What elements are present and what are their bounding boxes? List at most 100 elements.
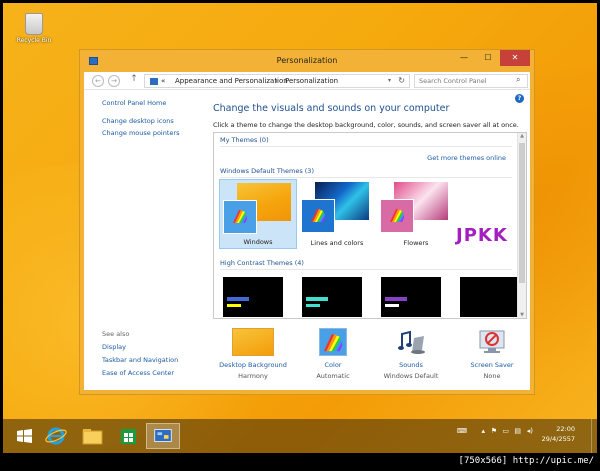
content-area: ? Control Panel Home Change desktop icon… — [84, 90, 530, 390]
theme-list[interactable]: My Themes (0) Get more themes online Win… — [213, 132, 527, 319]
theme-color-swatch — [301, 199, 335, 233]
see-also-header: See also — [102, 330, 130, 338]
setting-name[interactable]: Color — [295, 361, 371, 369]
theme-flowers[interactable]: Flowers — [377, 179, 455, 249]
theme-name: Lines and colors — [310, 239, 364, 247]
breadcrumb-chevron[interactable]: « — [161, 77, 165, 85]
hc-bar — [385, 297, 407, 301]
color-icon — [319, 328, 347, 356]
search-input[interactable] — [414, 74, 528, 88]
divider — [220, 269, 512, 270]
file-explorer-button[interactable] — [77, 423, 107, 449]
up-button[interactable]: ↑ — [128, 74, 140, 86]
control-panel-icon — [154, 429, 172, 442]
color-setting[interactable]: Color Automatic — [295, 328, 371, 380]
setting-value: Windows Default — [383, 372, 439, 380]
store-button[interactable] — [113, 423, 143, 449]
search-icon[interactable]: ⌕ — [516, 75, 520, 85]
desktop-background-setting[interactable]: Desktop Background Harmony — [215, 328, 291, 380]
control-panel-icon — [150, 78, 158, 85]
close-button[interactable]: ✕ — [500, 50, 530, 66]
control-panel-taskbar-button[interactable] — [146, 423, 180, 449]
see-also: See also Display Taskbar and Navigation … — [102, 330, 178, 382]
taskbar-navigation-link[interactable]: Taskbar and Navigation — [102, 356, 178, 364]
breadcrumb-personalization[interactable]: Personalization — [285, 77, 338, 85]
high-contrast-theme-2[interactable] — [302, 277, 362, 317]
divider — [220, 177, 512, 178]
sounds-icon — [396, 328, 426, 356]
scroll-up-icon[interactable]: ▲ — [520, 133, 524, 139]
change-desktop-icons-link[interactable]: Change desktop icons — [102, 117, 202, 125]
screen-saver-setting[interactable]: Screen Saver None — [454, 328, 530, 380]
hc-bar — [306, 297, 328, 301]
clock-date: 29/4/2557 — [541, 435, 575, 443]
watermark: JPKK — [456, 225, 508, 246]
forward-button[interactable]: → — [108, 75, 120, 87]
breadcrumb-appearance[interactable]: Appearance and Personalization — [175, 77, 288, 85]
personalization-window: Personalization — ☐ ✕ ← → ↑ « Appearance… — [79, 49, 535, 395]
show-desktop-button[interactable] — [591, 419, 597, 453]
monitor-icon[interactable]: ▭ — [502, 427, 509, 435]
address-bar[interactable]: « Appearance and Personalization › Perso… — [144, 74, 410, 88]
music-note-icon — [398, 330, 425, 354]
screen-saver-icon — [477, 328, 507, 356]
scrollbar[interactable]: ▲ ▼ — [517, 133, 526, 318]
minimize-button[interactable]: — — [452, 50, 476, 66]
page-description: Click a theme to change the desktop back… — [213, 121, 519, 129]
palette-icon — [233, 210, 247, 223]
title-bar[interactable]: Personalization — ☐ ✕ — [80, 50, 534, 72]
desktop: Recycle Bin Personalization — ☐ ✕ ← → ↑ … — [3, 3, 597, 453]
store-icon — [121, 429, 136, 444]
internet-explorer-button[interactable] — [41, 423, 71, 449]
default-themes-header: Windows Default Themes (3) — [220, 167, 314, 175]
footer-caption: [750x566] http://upic.me/ — [458, 456, 594, 466]
clock[interactable]: 22:00 29/4/2557 — [542, 424, 575, 444]
refresh-icon[interactable]: ↻ — [398, 76, 405, 85]
theme-name: Flowers — [403, 239, 429, 247]
ease-of-access-link[interactable]: Ease of Access Center — [102, 369, 178, 377]
theme-color-swatch — [223, 200, 257, 234]
palette-icon — [323, 334, 343, 352]
display-link[interactable]: Display — [102, 343, 178, 351]
hc-bar — [227, 297, 249, 301]
setting-value: Harmony — [238, 372, 268, 380]
high-contrast-theme-3[interactable] — [381, 277, 441, 317]
change-mouse-pointers-link[interactable]: Change mouse pointers — [102, 129, 202, 137]
up-arrow-icon[interactable]: ▴ — [481, 427, 485, 435]
network-icon[interactable]: ▤ — [514, 427, 521, 435]
taskbar: ⌨ ▴ ⚑ ▭ ▤ ◂) 22:00 29/4/2557 — [3, 419, 597, 453]
breadcrumb-chevron[interactable]: › — [275, 77, 278, 85]
setting-name[interactable]: Screen Saver — [454, 361, 530, 369]
theme-lines-and-colors[interactable]: Lines and colors — [298, 179, 376, 249]
high-contrast-theme-4[interactable] — [460, 277, 520, 317]
theme-name: Windows — [243, 238, 273, 246]
chevron-down-icon[interactable]: ▾ — [388, 77, 391, 84]
left-nav: Control Panel Home Change desktop icons … — [102, 99, 202, 141]
volume-icon[interactable]: ◂) — [527, 427, 533, 435]
control-panel-home-link[interactable]: Control Panel Home — [102, 99, 202, 107]
get-more-themes-link[interactable]: Get more themes online — [427, 154, 506, 162]
setting-name[interactable]: Desktop Background — [215, 361, 291, 369]
back-button[interactable]: ← — [92, 75, 104, 87]
hc-bar — [227, 304, 241, 307]
divider — [220, 146, 512, 147]
setting-name[interactable]: Sounds — [373, 361, 449, 369]
keyboard-icon[interactable]: ⌨ — [457, 427, 467, 435]
hc-bar — [306, 304, 320, 307]
sounds-setting[interactable]: Sounds Windows Default — [373, 328, 449, 380]
recycle-bin[interactable]: Recycle Bin — [13, 13, 55, 44]
high-contrast-header: High Contrast Themes (4) — [220, 259, 304, 267]
screenshot-frame: Recycle Bin Personalization — ☐ ✕ ← → ↑ … — [0, 0, 600, 471]
theme-windows[interactable]: Windows — [219, 179, 297, 249]
flag-icon[interactable]: ⚑ — [491, 427, 497, 435]
maximize-button[interactable]: ☐ — [476, 50, 500, 66]
scroll-thumb[interactable] — [519, 143, 525, 283]
recycle-bin-label: Recycle Bin — [16, 37, 52, 44]
clock-time: 22:00 — [556, 425, 575, 433]
scroll-down-icon[interactable]: ▼ — [520, 312, 524, 318]
start-button[interactable] — [9, 423, 39, 449]
high-contrast-theme-1[interactable] — [223, 277, 283, 317]
help-icon[interactable]: ? — [515, 94, 524, 103]
footer: [750x566] http://upic.me/ — [0, 454, 600, 471]
my-themes-header: My Themes (0) — [220, 136, 269, 144]
